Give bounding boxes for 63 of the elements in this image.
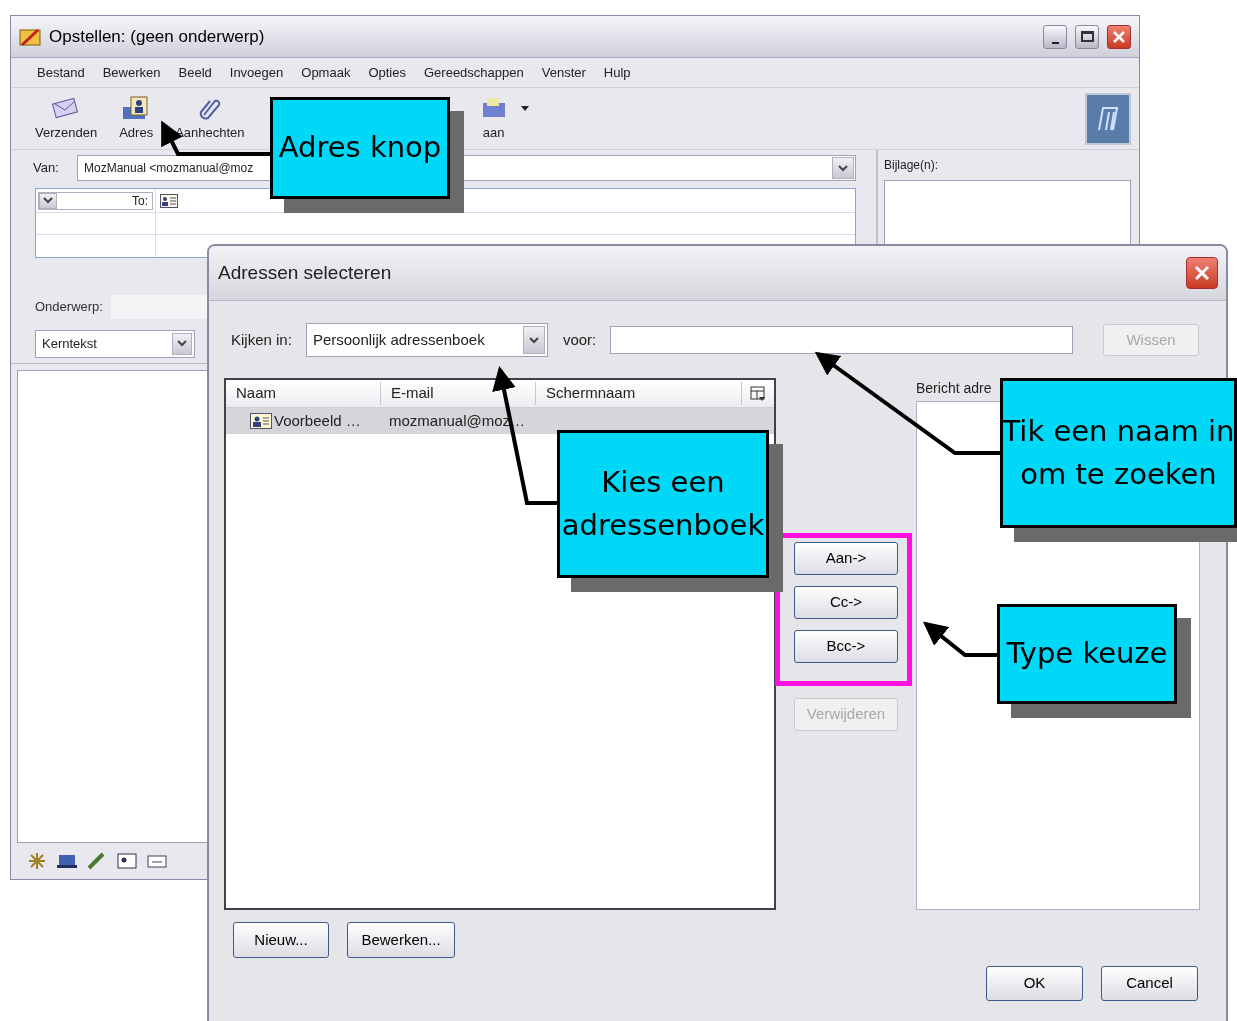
dialog-title: Adressen selecteren	[218, 260, 392, 285]
contact-card-icon	[160, 193, 178, 208]
recipient-type-select[interactable]: To:	[38, 191, 153, 210]
table-cell-text: Voorbeeld …	[274, 410, 361, 431]
from-label: Van:	[33, 159, 60, 178]
edit-button[interactable]: Bewerken...	[347, 922, 455, 958]
sparkle-icon[interactable]	[27, 852, 47, 870]
maximize-button[interactable]	[1075, 24, 1099, 49]
screen-icon[interactable]	[57, 852, 77, 870]
close-button[interactable]	[1107, 24, 1131, 49]
chevron-down-icon	[43, 197, 53, 204]
callout-text: om te zoeken	[1020, 456, 1217, 493]
toolbar-button[interactable]: Aanhechten	[171, 94, 249, 143]
callout-text: Kies een	[601, 463, 725, 501]
menu-item[interactable]: Beeld	[178, 62, 212, 83]
menu-item[interactable]: Opties	[368, 62, 406, 83]
dropdown-button[interactable]	[172, 332, 192, 355]
dropdown-button[interactable]	[832, 157, 854, 179]
recipients-label: Bericht adre	[916, 379, 993, 398]
callout-text: adressenboek	[561, 507, 765, 544]
attachments-label: Bijlage(n):	[884, 157, 940, 174]
look-in-label: Kijken in:	[231, 329, 292, 350]
callout-text: Tik een naam in	[1002, 412, 1235, 450]
chevron-down-icon	[838, 164, 848, 172]
toolbar-button[interactable]: Verzenden	[31, 94, 102, 143]
menu-item[interactable]: Opmaak	[301, 62, 351, 83]
menu-item[interactable]: Venster	[541, 62, 586, 83]
cancel-button[interactable]: Cancel	[1101, 966, 1198, 1001]
address-book-select[interactable]: Persoonlijk adressenboek	[305, 323, 548, 357]
column-picker-icon[interactable]	[750, 385, 766, 402]
ok-button[interactable]: OK	[986, 966, 1083, 1001]
menu-item[interactable]: Bewerken	[102, 62, 161, 83]
close-icon	[1194, 265, 1210, 281]
column-header[interactable]: Naam	[226, 382, 381, 405]
contact-card-icon	[250, 413, 272, 429]
search-field[interactable]	[610, 326, 1074, 354]
menu-item[interactable]: Hulp	[603, 62, 631, 83]
format-select[interactable]: Kerntekst	[35, 329, 195, 358]
toolbar-button[interactable]: Adres	[115, 94, 158, 143]
subject-label: Onderwerp:	[35, 298, 103, 317]
menu-item[interactable]: Invoegen	[229, 62, 284, 83]
column-header[interactable]: E-mail	[381, 382, 536, 405]
new-button[interactable]: Nieuw...	[233, 922, 329, 958]
contact-card-icon[interactable]	[117, 852, 137, 870]
window-title: Opstellen: (geen onderwerp)	[49, 25, 265, 48]
menu-item[interactable]: Bestand	[37, 62, 85, 83]
dropdown-button[interactable]	[39, 192, 57, 209]
dropdown-button[interactable]	[522, 326, 545, 354]
pen-icon[interactable]	[87, 852, 107, 870]
caret-icon[interactable]	[520, 106, 529, 111]
callout-text: Type keuze	[1006, 635, 1168, 673]
chevron-down-icon	[177, 340, 187, 347]
search-label: voor:	[562, 329, 597, 350]
close-button[interactable]	[1186, 257, 1218, 289]
add-recipient-button[interactable]: Cc->	[794, 586, 898, 619]
column-header[interactable]: Schermnaam	[536, 382, 742, 405]
add-recipient-button[interactable]: Aan->	[794, 542, 898, 575]
add-recipient-button[interactable]: Bcc->	[794, 630, 898, 663]
close-icon	[1113, 30, 1125, 43]
minimize-button[interactable]	[1043, 24, 1067, 49]
menu-item[interactable]: Gereedschappen	[424, 62, 524, 83]
chevron-down-icon	[528, 336, 539, 344]
toolbar-button[interactable]: aan	[474, 94, 513, 143]
